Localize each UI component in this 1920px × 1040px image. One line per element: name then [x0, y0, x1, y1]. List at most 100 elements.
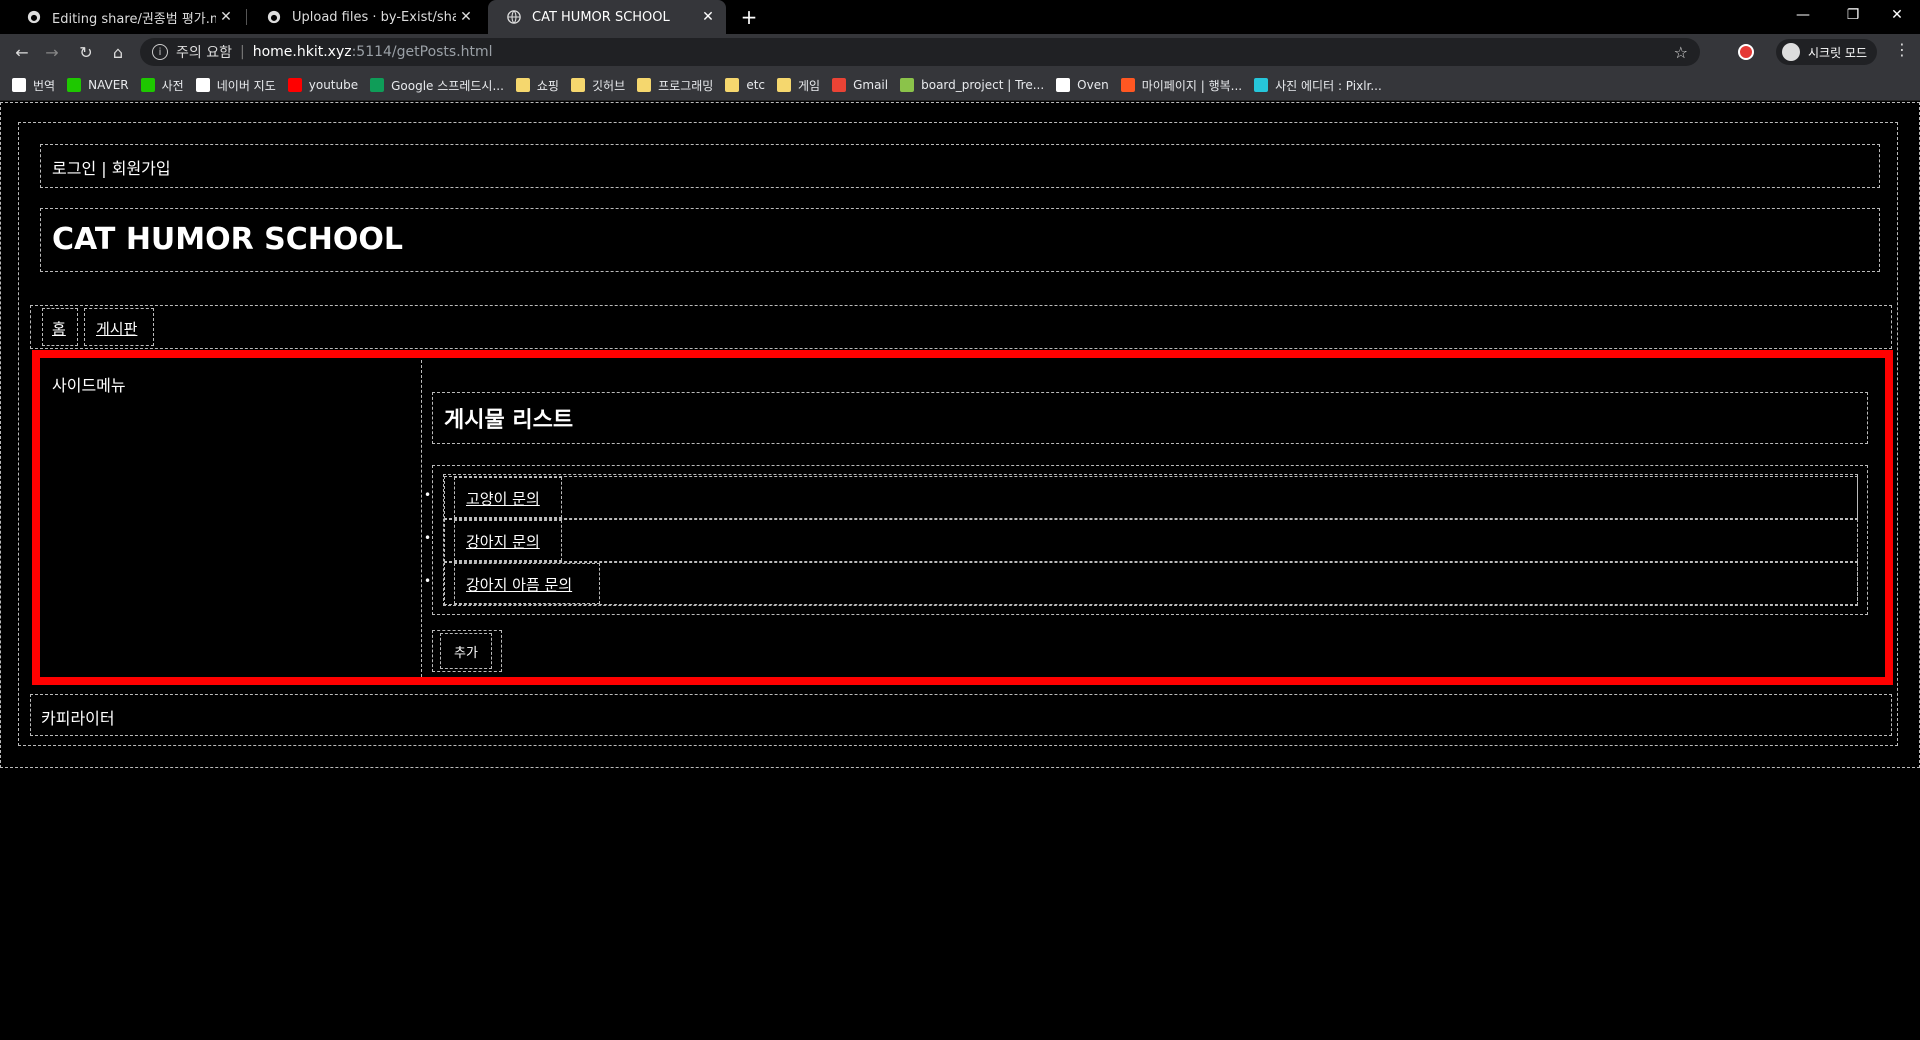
post-link[interactable]: 고양이 문의 — [466, 490, 540, 508]
bookmark-label: 네이버 지도 — [216, 78, 276, 93]
google-translate-icon — [12, 78, 26, 92]
bookmarks-bar: 번역 NAVER 사전 네이버 지도 youtube Google 스프레드시... 쇼핑 깃… — [0, 70, 1920, 101]
trello-icon — [900, 78, 915, 92]
list-item — [444, 519, 1858, 562]
bookmark-label: 사전 — [161, 78, 184, 93]
bookmark-item[interactable]: 마이페이지 | 행복... — [1120, 77, 1243, 94]
sheets-icon — [370, 78, 385, 92]
list-item — [444, 476, 1858, 519]
auth-links[interactable]: 로그인 | 회원가입 — [52, 155, 171, 179]
tab-title: Upload files · by-Exist/share — [292, 9, 456, 25]
gmail-icon — [832, 78, 847, 92]
list-title: 게시물 리스트 — [444, 408, 574, 433]
bookmark-item[interactable]: Oven — [1056, 78, 1109, 92]
tab-separator — [246, 9, 247, 25]
bullet-icon: • — [424, 574, 432, 588]
footer-text: 카피라이터 — [41, 709, 115, 728]
tab-editing[interactable]: Editing share/권종범 평가.md at ✕ — [8, 0, 244, 34]
menu-icon[interactable]: ⋮ — [1894, 40, 1910, 59]
bookmark-label: 사진 에디터 : Pixlr... — [1275, 78, 1382, 93]
bookmark-label: Oven — [1077, 78, 1109, 92]
bookmark-item[interactable]: 번역 — [12, 77, 55, 94]
github-icon — [26, 9, 42, 25]
bookmark-item[interactable]: 네이버 지도 — [195, 77, 276, 94]
home-icon[interactable]: ⌂ — [106, 40, 130, 64]
bookmark-label: 프로그래밍 — [658, 78, 714, 93]
bookmark-item[interactable]: NAVER — [67, 78, 129, 92]
tab-title: Editing share/권종범 평가.md at — [52, 11, 216, 27]
github-icon — [266, 9, 282, 25]
reload-icon[interactable]: ↻ — [74, 40, 98, 64]
bookmark-item[interactable]: 사진 에디터 : Pixlr... — [1254, 77, 1382, 94]
post-link[interactable]: 강아지 아픔 문의 — [466, 576, 572, 594]
address-bar[interactable]: i 주의 요함 | home.hkit.xyz:5114/getPosts.ht… — [140, 38, 1700, 66]
bookmark-label: Gmail — [853, 78, 889, 92]
close-tab-icon[interactable]: ✕ — [216, 9, 236, 25]
naver-dict-icon — [140, 78, 155, 92]
side-menu: 사이드메뉴 — [52, 376, 126, 395]
close-tab-icon[interactable]: ✕ — [698, 9, 718, 25]
add-button[interactable]: 추가 — [440, 633, 492, 669]
site-title: CAT HUMOR SCHOOL — [52, 222, 404, 257]
browser-toolbar: ← → ↻ ⌂ i 주의 요함 | home.hkit.xyz:5114/get… — [0, 34, 1920, 70]
bookmark-item[interactable]: youtube — [287, 78, 359, 92]
bookmark-item[interactable]: 게임 — [777, 77, 820, 94]
naver-map-icon — [195, 78, 210, 92]
info-icon[interactable]: i — [152, 44, 168, 60]
bookmark-item[interactable]: 쇼핑 — [515, 77, 559, 94]
tab-strip: Editing share/권종범 평가.md at ✕ Upload file… — [0, 0, 1920, 34]
close-tab-icon[interactable]: ✕ — [456, 9, 476, 25]
bookmark-item[interactable]: etc — [725, 78, 765, 92]
url-path: :5114/getPosts.html — [351, 44, 493, 60]
bookmark-item[interactable]: 깃허브 — [570, 77, 626, 94]
nav-bar — [30, 305, 1892, 349]
folder-icon — [515, 78, 530, 92]
bookmark-label: NAVER — [88, 78, 129, 92]
forward-icon[interactable]: → — [40, 40, 64, 64]
oven-icon — [1056, 78, 1071, 92]
url-host: home.hkit.xyz — [252, 44, 352, 60]
bookmark-item[interactable]: Google 스프레드시... — [370, 77, 504, 94]
folder-icon — [725, 78, 740, 92]
side-divider — [421, 360, 422, 677]
post-link[interactable]: 강아지 문의 — [466, 533, 540, 551]
bookmark-item[interactable]: 프로그래밍 — [637, 77, 713, 94]
auth-bar — [40, 144, 1880, 188]
bullet-icon: • — [424, 531, 432, 545]
nav-link-home[interactable]: 홈 — [52, 320, 66, 338]
footer — [30, 694, 1892, 736]
incognito-label: 시크릿 모드 — [1808, 45, 1868, 60]
back-icon[interactable]: ← — [10, 40, 34, 64]
bookmark-item[interactable]: board_project | Tre... — [900, 78, 1044, 92]
list-item — [444, 562, 1858, 605]
bookmark-item[interactable]: 사전 — [140, 77, 184, 94]
tab-upload[interactable]: Upload files · by-Exist/share ✕ — [248, 0, 484, 34]
bookmark-label: etc — [746, 78, 765, 92]
tab-cat-humor[interactable]: CAT HUMOR SCHOOL ✕ — [488, 0, 726, 34]
close-window-icon[interactable]: ✕ — [1874, 0, 1920, 30]
folder-icon — [570, 78, 585, 92]
nav-link-board[interactable]: 게시판 — [96, 320, 137, 338]
happy-icon — [1120, 78, 1135, 92]
bookmark-item[interactable]: Gmail — [832, 78, 888, 92]
bookmark-label: youtube — [308, 78, 359, 92]
list-header — [432, 392, 1868, 444]
minimize-icon[interactable]: — — [1780, 0, 1826, 30]
new-tab-icon[interactable]: + — [736, 4, 762, 30]
bookmark-label: 깃허브 — [591, 78, 626, 93]
extension-icon[interactable] — [1738, 44, 1754, 60]
pixlr-icon — [1254, 78, 1269, 92]
incognito-indicator[interactable]: 시크릿 모드 — [1776, 39, 1878, 65]
folder-icon — [777, 78, 791, 92]
restore-icon[interactable]: ❐ — [1830, 0, 1876, 30]
bookmark-label: 번역 — [33, 78, 56, 93]
youtube-icon — [287, 78, 302, 92]
bookmark-label: 게임 — [798, 78, 821, 93]
bookmark-star-icon[interactable]: ☆ — [1674, 43, 1688, 62]
bullet-icon: • — [424, 488, 432, 502]
bookmark-label: 쇼핑 — [536, 78, 559, 93]
tab-title: CAT HUMOR SCHOOL — [532, 9, 670, 25]
globe-icon — [506, 9, 522, 25]
bookmark-label: 마이페이지 | 행복... — [1141, 78, 1243, 93]
naver-icon — [67, 78, 82, 92]
